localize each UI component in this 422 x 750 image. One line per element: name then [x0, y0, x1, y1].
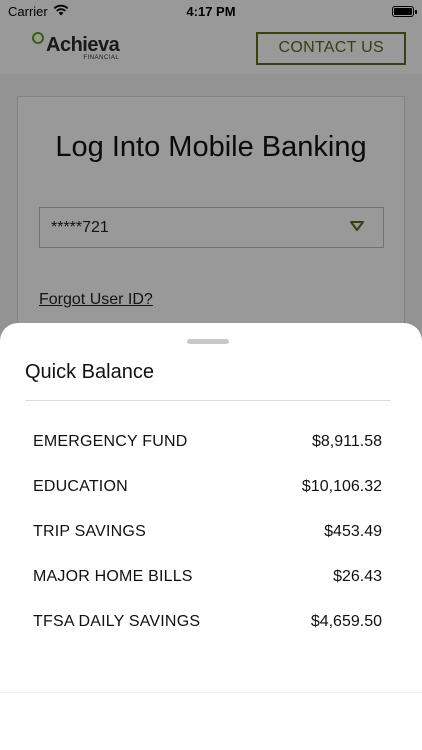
account-row: EDUCATION $10,106.32: [33, 478, 382, 523]
account-row: TRIP SAVINGS $453.49: [33, 523, 382, 568]
account-name: EDUCATION: [33, 478, 128, 495]
sheet-title: Quick Balance: [25, 361, 154, 383]
account-name: TFSA DAILY SAVINGS: [33, 613, 201, 630]
account-row: MAJOR HOME BILLS $26.43: [33, 568, 382, 613]
account-name: TRIP SAVINGS: [33, 523, 146, 540]
account-balance: $453.49: [324, 523, 382, 540]
account-list: EMERGENCY FUND $8,911.58 EDUCATION $10,1…: [33, 433, 382, 658]
account-balance: $8,911.58: [312, 433, 382, 450]
account-balance: $26.43: [333, 568, 382, 585]
quick-balance-sheet: Quick Balance EMERGENCY FUND $8,911.58 E…: [0, 323, 422, 750]
sheet-bottom-divider: [0, 692, 422, 693]
account-row: TFSA DAILY SAVINGS $4,659.50: [33, 613, 382, 658]
sheet-grabber-handle[interactable]: [187, 339, 229, 344]
sheet-divider: [25, 400, 391, 401]
account-name: MAJOR HOME BILLS: [33, 568, 193, 585]
account-balance: $4,659.50: [310, 613, 382, 630]
account-balance: $10,106.32: [301, 478, 382, 495]
account-name: EMERGENCY FUND: [33, 433, 188, 450]
account-row: EMERGENCY FUND $8,911.58: [33, 433, 382, 478]
